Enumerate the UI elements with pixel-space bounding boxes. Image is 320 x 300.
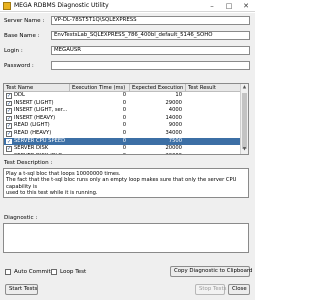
- login-input[interactable]: MEGAUSR: [51, 46, 250, 55]
- app-icon: [3, 2, 11, 10]
- row-checkbox[interactable]: ✓: [6, 115, 12, 122]
- table-cell-expected: 14000: [165, 114, 182, 121]
- table-cell-result: [186, 122, 242, 130]
- table-row[interactable]: ✓ READ (LIGHT) 0 9000: [4, 122, 242, 130]
- start-tests-button[interactable]: Start Tests: [5, 284, 38, 295]
- table-cell-exec: 0: [122, 145, 126, 152]
- login-label: Login :: [4, 48, 23, 54]
- table-cell-expected: 34000: [165, 130, 182, 136]
- auto-commit-label: Auto Commit: [14, 269, 51, 275]
- password-input[interactable]: [51, 61, 250, 70]
- tests-table[interactable]: Test Name Execution Time (ms) Expected E…: [3, 83, 249, 155]
- table-cell-exec: 0: [122, 137, 126, 144]
- table-row[interactable]: ✓ INSERT (LIGHT) 0 29000: [4, 100, 242, 108]
- row-checkbox[interactable]: ✓: [6, 146, 12, 152]
- table-cell-expected: 10: [175, 92, 182, 98]
- row-checkbox[interactable]: ✓: [6, 108, 12, 114]
- row-checkbox[interactable]: ✓: [6, 100, 12, 107]
- table-cell-exec: 0: [122, 114, 126, 121]
- table-cell-result: [186, 115, 242, 123]
- table-cell-name: SERVER CPU SPEED: [14, 137, 66, 144]
- table-cell-exec: 0: [122, 122, 126, 129]
- table-cell-name: INSERT (LIGHT, ser...: [14, 107, 68, 114]
- column-header-test-name[interactable]: Test Name: [4, 84, 70, 92]
- table-cell-name: READ (HEAVY): [14, 130, 52, 136]
- table-cell-name: INSERT (HEAVY): [14, 114, 56, 121]
- table-cell-expected: 20000: [165, 145, 182, 152]
- table-cell-exec: 0: [122, 99, 126, 106]
- diagnostic-label: Diagnostic :: [4, 215, 38, 221]
- minimize-button[interactable]: –: [205, 1, 219, 11]
- table-cell-result: [186, 92, 242, 100]
- table-row[interactable]: ✓ SERVER DISK 0 20000: [4, 145, 242, 153]
- table-row[interactable]: ✓ READ (HEAVY) 0 34000: [4, 130, 242, 138]
- test-description-text: Play a t-sql bloc that loops 10000000 ti…: [3, 168, 249, 198]
- table-row[interactable]: ✓ INSERT (LIGHT, ser... 0 4000: [4, 107, 242, 115]
- table-cell-exec: 0: [70, 153, 128, 154]
- table-cell-result: [186, 107, 242, 115]
- close-button[interactable]: Close: [228, 284, 250, 295]
- table-cell-result: [186, 153, 242, 154]
- description-line: used to this test while it is running.: [6, 190, 98, 197]
- close-window-button[interactable]: ✕: [239, 1, 253, 11]
- table-cell-expected: 4000: [168, 107, 182, 114]
- window-title: MEGA RDBMS Diagnostic Utility: [14, 2, 109, 9]
- table-cell-exec: 0: [122, 107, 126, 114]
- copy-diagnostic-button[interactable]: Copy Diagnostic to Clipboard: [170, 266, 252, 277]
- maximize-button[interactable]: □: [222, 1, 236, 11]
- column-header-test-result[interactable]: Test Result: [186, 84, 242, 92]
- description-line: The fact that the t-sql bloc runs only a…: [6, 177, 237, 190]
- title-bar[interactable]: MEGA RDBMS Diagnostic Utility – □ ✕: [0, 0, 255, 12]
- scroll-down-arrow-icon[interactable]: ▼: [241, 146, 248, 154]
- table-cell-name: DDL: [14, 92, 25, 98]
- table-cell-name: INSERT (LIGHT): [14, 99, 54, 106]
- server-name-label: Server Name :: [4, 18, 45, 24]
- scroll-up-arrow-icon[interactable]: ▲: [241, 84, 248, 92]
- row-checkbox[interactable]: ✓: [6, 123, 12, 129]
- table-cell-name: SERVER DISK (BLO...: [13, 153, 70, 154]
- base-name-label: Base Name :: [4, 33, 40, 39]
- test-description-label: Test Description :: [4, 160, 53, 166]
- table-row[interactable]: ✓ DDL 0 10: [4, 92, 242, 100]
- diagnostic-textarea[interactable]: [3, 223, 249, 253]
- row-checkbox[interactable]: ✓: [6, 131, 12, 137]
- column-header-execution-time[interactable]: Execution Time (ms): [70, 84, 130, 92]
- table-scrollbar[interactable]: ▲ ▼: [240, 84, 248, 154]
- loop-test-checkbox[interactable]: [51, 269, 57, 275]
- table-cell-exec: 0: [122, 92, 126, 98]
- row-checkbox[interactable]: ✓: [6, 138, 12, 145]
- stop-tests-button: Stop Tests: [195, 284, 226, 295]
- server-name-input[interactable]: VP-DL-78ST5T1Q\SQLEXPRESS: [51, 16, 250, 25]
- table-cell-expected: 7500: [168, 137, 182, 144]
- table-cell-result: [186, 130, 242, 138]
- column-header-expected-execution[interactable]: Expected Execution ...: [130, 84, 186, 92]
- table-cell-expected: 9000: [168, 122, 182, 129]
- row-checkbox[interactable]: ✓: [6, 93, 12, 99]
- table-cell-expected: 29000: [165, 99, 182, 106]
- table-cell-name: SERVER DISK: [14, 145, 49, 152]
- row-checkbox[interactable]: ✓: [6, 153, 12, 154]
- table-cell-result: [186, 145, 242, 153]
- table-row[interactable]: ✓ SERVER CPU SPEED 0 7500: [4, 137, 242, 146]
- table-cell-result: [186, 100, 242, 108]
- base-name-input[interactable]: EnvTestsLab_SQLEXPRESS_786_400bl_default…: [51, 31, 250, 40]
- table-row[interactable]: ✓SERVER DISK (BLO...020000: [4, 153, 242, 154]
- table-cell-result: [186, 138, 242, 146]
- loop-test-label: Loop Test: [60, 269, 87, 275]
- client-area: [0, 13, 255, 300]
- scrollbar-thumb[interactable]: [242, 93, 247, 149]
- table-cell-exec: 0: [122, 130, 126, 136]
- table-row[interactable]: ✓ INSERT (HEAVY) 0 14000: [4, 115, 242, 123]
- password-label: Password :: [4, 63, 34, 69]
- auto-commit-checkbox[interactable]: [5, 269, 11, 275]
- table-cell-expected: 20000: [130, 153, 184, 154]
- table-cell-name: READ (LIGHT): [14, 122, 50, 129]
